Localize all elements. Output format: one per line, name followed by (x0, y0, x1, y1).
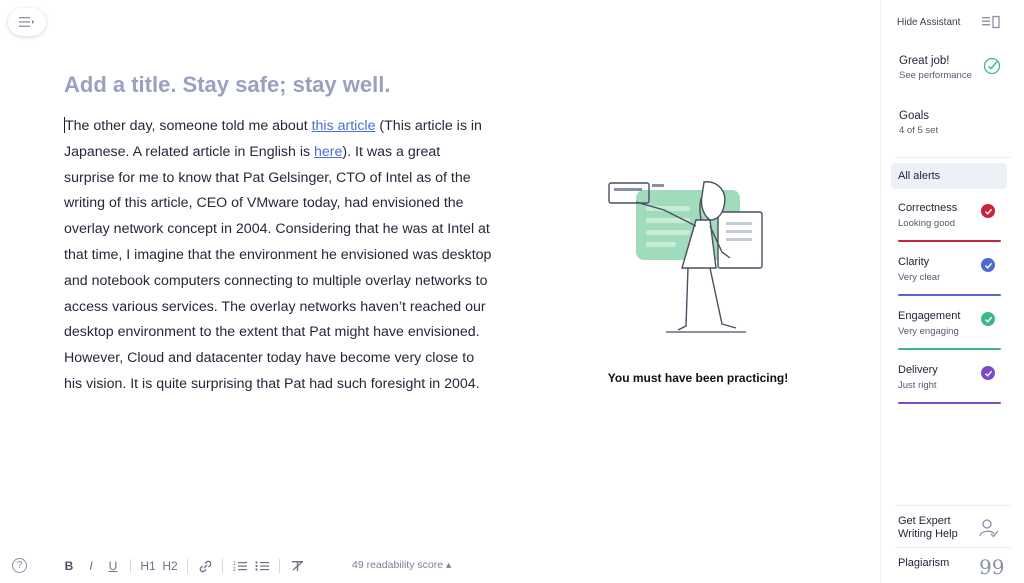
toolbar-divider (130, 559, 131, 573)
bullet-list-button[interactable] (251, 557, 273, 575)
hide-assistant-icon[interactable] (981, 15, 1001, 29)
this-article-link[interactable]: this article (312, 118, 376, 134)
clear-formatting-icon (291, 561, 303, 571)
engagement-check-icon (981, 312, 995, 326)
category-status: Very engaging (898, 326, 959, 337)
editor-area: Add a title. Stay safe; stay well. The o… (0, 0, 880, 583)
heading2-button[interactable]: H2 (159, 557, 181, 575)
great-job-label: Great job! (899, 55, 950, 67)
expert-icon (979, 519, 999, 538)
ordered-list-button[interactable]: 1 2 (229, 557, 251, 575)
category-bar (898, 239, 1001, 242)
category-bar (898, 401, 1001, 404)
formatting-toolbar: B I U H1 H2 1 2 (58, 557, 308, 575)
heading1-button[interactable]: H1 (137, 557, 159, 575)
bold-button[interactable]: B (58, 557, 80, 575)
sidebar-divider (895, 505, 1011, 506)
plagiarism-button[interactable]: Plagiarism (898, 557, 949, 569)
toolbar-divider (222, 559, 223, 573)
category-bar (898, 293, 1001, 296)
expert-writing-help-button[interactable]: Get Expert Writing Help (898, 515, 958, 541)
category-clarity[interactable]: Clarity Very clear (898, 256, 1001, 296)
goals-label: Goals (899, 110, 930, 122)
check-icon (983, 57, 1001, 75)
category-status: Just right (898, 380, 937, 391)
document-body[interactable]: The other day, someone told me about thi… (64, 114, 494, 398)
expert-line-1: Get Expert (898, 515, 951, 527)
ordered-list-icon: 1 2 (233, 561, 247, 572)
link-icon (199, 560, 211, 572)
category-status: Very clear (898, 272, 941, 283)
sidebar-divider (895, 547, 1011, 548)
quote-icon: 99 (979, 555, 1005, 579)
feedback-message: You must have been practicing! (607, 371, 789, 385)
sidebar-divider (895, 157, 1011, 158)
here-link[interactable]: here (314, 144, 342, 160)
body-text-1: The other day, someone told me about (65, 118, 312, 134)
goals-section[interactable]: Goals 4 of 5 set (899, 110, 938, 136)
document-title[interactable]: Add a title. Stay safe; stay well. (64, 72, 390, 98)
category-correctness[interactable]: Correctness Looking good (898, 202, 1001, 242)
toolbar-divider (187, 559, 188, 573)
clarity-check-icon (981, 258, 995, 272)
formatting-bar: ? B I U H1 H2 1 2 49 readability score ▴ (0, 551, 880, 583)
delivery-check-icon (981, 366, 995, 380)
goals-status: 4 of 5 set (899, 125, 939, 136)
bullet-list-icon (255, 561, 269, 571)
svg-text:2: 2 (233, 567, 236, 572)
category-delivery[interactable]: Delivery Just right (898, 364, 1001, 404)
toolbar-divider (279, 559, 280, 573)
body-text-3: ). It was a great surprise for me to kno… (64, 143, 492, 392)
italic-button[interactable]: I (80, 557, 102, 575)
hide-assistant-button[interactable]: Hide Assistant (897, 17, 960, 28)
underline-button[interactable]: U (102, 557, 124, 575)
link-button[interactable] (194, 557, 216, 575)
practicing-illustration (608, 181, 763, 333)
category-engagement[interactable]: Engagement Very engaging (898, 310, 1001, 350)
readability-score[interactable]: 49 readability score ▴ (352, 559, 451, 571)
performance-summary[interactable]: Great job! See performance (899, 55, 972, 81)
all-alerts-tab[interactable]: All alerts (891, 163, 1007, 189)
correctness-check-icon (981, 204, 995, 218)
clear-formatting-button[interactable] (286, 557, 308, 575)
expert-line-2: Writing Help (898, 528, 958, 540)
see-performance-link[interactable]: See performance (899, 70, 972, 81)
assistant-sidebar: Hide Assistant Great job! See performanc… (880, 0, 1024, 583)
category-bar (898, 347, 1001, 350)
category-status: Looking good (898, 218, 956, 229)
help-button[interactable]: ? (12, 558, 27, 573)
